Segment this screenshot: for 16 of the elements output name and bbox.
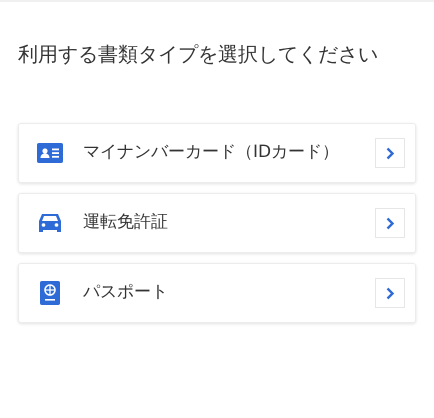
chevron-right-icon bbox=[386, 216, 394, 230]
document-option[interactable]: パスポート bbox=[18, 263, 416, 323]
id-card-icon bbox=[37, 143, 63, 163]
chevron-right-icon bbox=[386, 146, 394, 160]
chevron-right-icon bbox=[386, 286, 394, 300]
chevron-button[interactable] bbox=[375, 138, 405, 168]
option-label: パスポート bbox=[83, 281, 169, 304]
chevron-button[interactable] bbox=[375, 278, 405, 308]
car-icon bbox=[37, 212, 63, 234]
document-option[interactable]: マイナンバーカード（IDカード） bbox=[18, 123, 416, 183]
passport-icon bbox=[40, 281, 60, 305]
option-label: マイナンバーカード（IDカード） bbox=[83, 141, 340, 164]
page-title: 利用する書類タイプを選択してください bbox=[18, 41, 379, 68]
chevron-button[interactable] bbox=[375, 208, 405, 238]
document-option[interactable]: 運転免許証 bbox=[18, 193, 416, 253]
option-label: 運転免許証 bbox=[83, 211, 169, 234]
